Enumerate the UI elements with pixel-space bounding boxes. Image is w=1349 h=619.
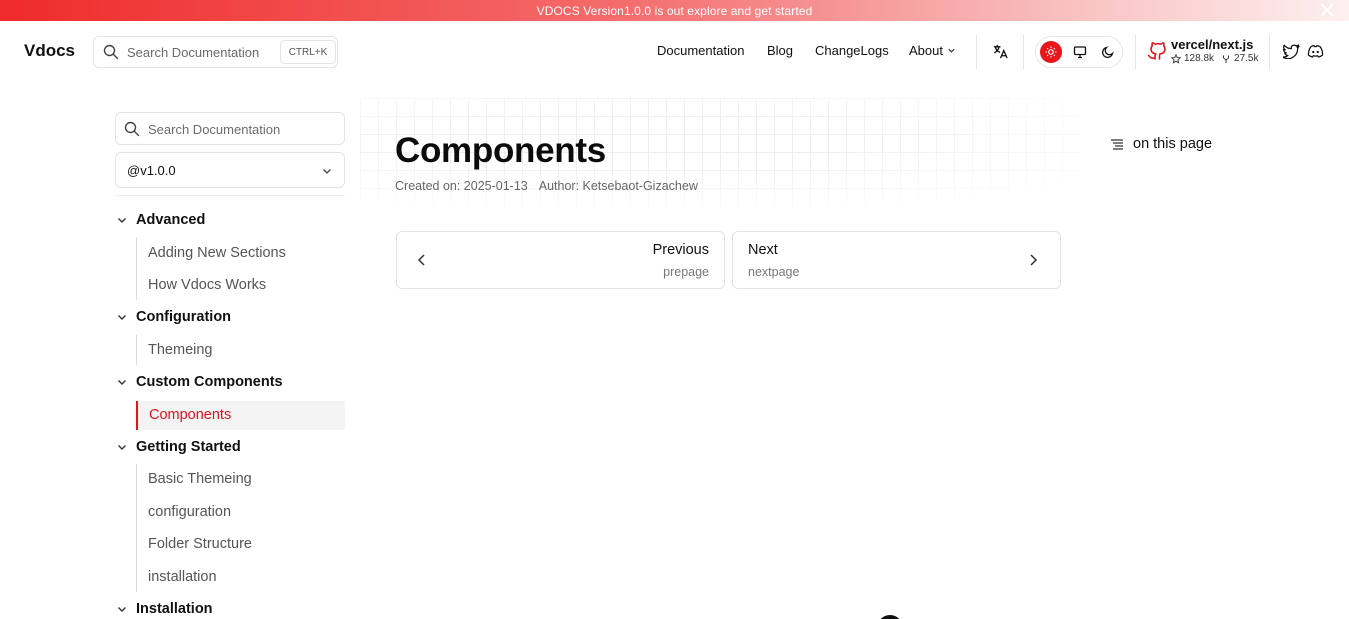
header-divider (1023, 35, 1024, 69)
floating-action-button[interactable] (877, 615, 903, 619)
header-divider (976, 35, 977, 69)
sidebar-item-configuration[interactable]: configuration (148, 504, 231, 520)
search-placeholder: Search Documentation (127, 45, 260, 60)
sidebar-search-placeholder: Search Documentation (148, 122, 281, 137)
sidebar-item-basic-themeing[interactable]: Basic Themeing (148, 471, 252, 487)
sun-icon[interactable] (1040, 41, 1062, 63)
nav-about-label: About (909, 43, 943, 58)
chevron-left-icon (417, 254, 425, 266)
sidebar-section-installation[interactable]: Installation (115, 599, 213, 619)
banner-text: VDOCS Version1.0.0 is out explore and ge… (536, 3, 813, 18)
brand-logo[interactable]: Vdocs (24, 41, 75, 61)
nav-changelogs[interactable]: ChangeLogs (815, 43, 889, 58)
created-date: Created on: 2025-01-13 (395, 179, 528, 193)
sidebar-section-configuration[interactable]: Configuration (115, 307, 231, 327)
sidebar-divider (115, 195, 345, 196)
header-divider (1135, 35, 1136, 69)
repo-stars: 128.8k (1184, 53, 1215, 64)
fork-icon (1223, 55, 1230, 63)
toc-label: on this page (1133, 136, 1213, 152)
repo-stats: 128.8k 27.5k (1171, 53, 1259, 64)
sidebar-item-components[interactable]: Components (149, 407, 231, 423)
section-title: Getting Started (136, 439, 241, 455)
nav-about[interactable]: About (909, 43, 956, 58)
sidebar-search-input[interactable]: Search Documentation (115, 112, 345, 145)
page-meta: Created on: 2025-01-13 Author: Ketsebaot… (395, 179, 698, 193)
sidebar-item-adding-new-sections[interactable]: Adding New Sections (148, 245, 286, 261)
chevron-down-icon (323, 169, 331, 174)
star-icon (1171, 53, 1181, 64)
next-page-button[interactable]: Next nextpage (732, 231, 1061, 289)
search-icon (103, 44, 119, 60)
header-divider (1269, 35, 1270, 69)
section-title: Installation (136, 601, 213, 617)
sidebar-item-themeing[interactable]: Themeing (148, 342, 212, 358)
monitor-icon[interactable] (1070, 42, 1090, 62)
repo-forks: 27.5k (1234, 53, 1259, 64)
next-sub: nextpage (748, 265, 800, 279)
sidebar-item-installation[interactable]: installation (148, 569, 217, 585)
page-title: Components (395, 131, 606, 170)
previous-sub: prepage (663, 265, 709, 279)
chevron-down-icon (118, 445, 126, 450)
chevron-down-icon (118, 380, 126, 385)
chevron-right-icon (1030, 254, 1038, 266)
section-title: Configuration (136, 309, 232, 325)
sidebar-section-custom-components[interactable]: Custom Components (115, 372, 283, 392)
list-icon (1111, 138, 1123, 150)
sidebar-item-folder-structure[interactable]: Folder Structure (148, 536, 252, 552)
nav-blog[interactable]: Blog (767, 43, 793, 58)
search-shortcut-badge: CTRL+K (280, 40, 336, 64)
section-guide-line (136, 464, 137, 592)
section-guide-line (136, 237, 137, 300)
section-title: Custom Components (136, 374, 283, 390)
search-input[interactable]: Search Documentation CTRL+K (93, 36, 338, 68)
search-icon (124, 121, 140, 137)
sidebar-section-advanced[interactable]: Advanced (115, 210, 205, 230)
sidebar-item-how-vdocs-works[interactable]: How Vdocs Works (148, 277, 266, 293)
previous-label: Previous (652, 242, 709, 258)
version-select[interactable]: @v1.0.0 (115, 152, 345, 188)
top-header: Vdocs Search Documentation CTRL+K Docume… (0, 21, 1349, 81)
twitter-icon[interactable] (1281, 41, 1301, 61)
discord-icon[interactable] (1305, 41, 1325, 61)
section-title: Advanced (136, 212, 206, 228)
chevron-down-icon (118, 218, 126, 223)
previous-page-button[interactable]: Previous prepage (396, 231, 725, 289)
chevron-down-icon (948, 48, 955, 53)
chevron-down-icon (118, 607, 126, 612)
on-this-page-toggle[interactable]: on this page (1110, 136, 1212, 152)
theme-switcher (1035, 36, 1123, 68)
chevron-down-icon (118, 315, 126, 320)
sidebar-section-getting-started[interactable]: Getting Started (115, 437, 241, 457)
repo-name: vercel/next.js (1171, 37, 1254, 52)
next-label: Next (748, 242, 778, 258)
announcement-banner: VDOCS Version1.0.0 is out explore and ge… (0, 0, 1349, 21)
section-guide-line (136, 335, 137, 365)
close-icon[interactable] (1319, 2, 1335, 18)
version-value: @v1.0.0 (127, 163, 176, 178)
translate-icon[interactable] (990, 41, 1010, 61)
github-icon (1147, 42, 1166, 60)
author: Author: Ketsebaot-Gizachew (538, 179, 698, 193)
nav-documentation[interactable]: Documentation (657, 43, 744, 58)
moon-icon[interactable] (1098, 42, 1118, 62)
